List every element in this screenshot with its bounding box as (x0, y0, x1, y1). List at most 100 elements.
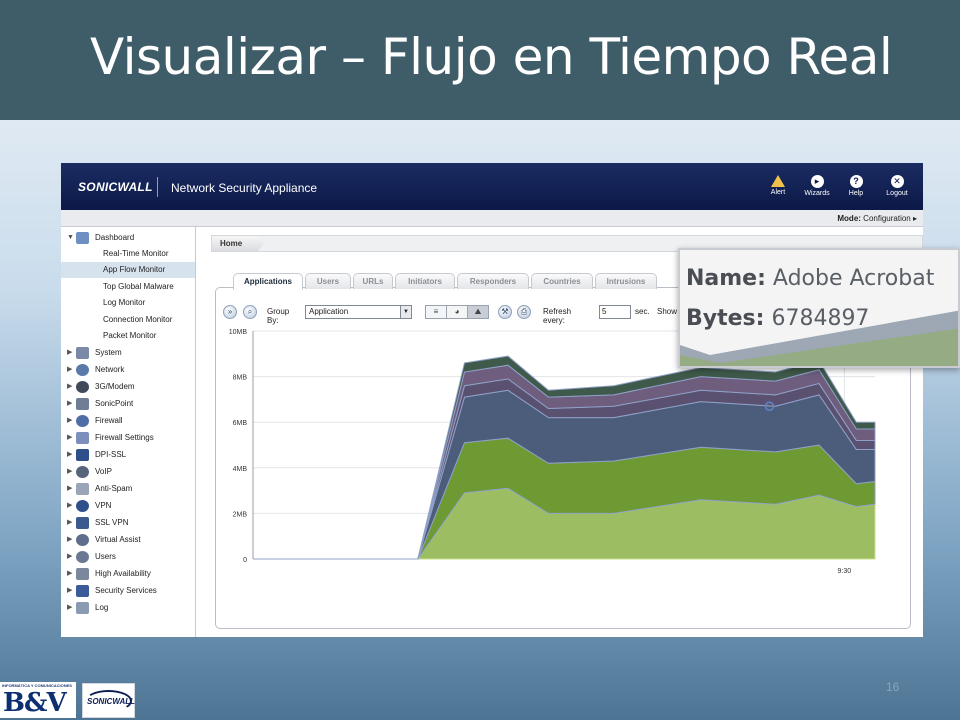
settings-button[interactable]: ⚒ (498, 305, 512, 319)
wizards-button[interactable]: ▸ Wizards (800, 175, 834, 197)
modem-icon (76, 381, 89, 393)
tab-users[interactable]: Users (305, 273, 351, 289)
y-tick-label: 8MB (233, 375, 248, 382)
sidebar-item-label: DPI-SSL (95, 450, 127, 459)
dashboard-icon (76, 232, 89, 244)
show-label[interactable]: Show (657, 307, 677, 316)
sidebar-subitem-real-time-monitor[interactable]: Real-Time Monitor (61, 246, 195, 262)
zoom-button[interactable]: ⌕ (243, 305, 257, 319)
y-tick-label: 10MB (229, 329, 248, 336)
alert-icon (771, 175, 785, 187)
alert-button[interactable]: Alert (761, 175, 795, 196)
sidebar-item-label: Network (95, 365, 125, 374)
group-by-select[interactable]: Application ▼ (305, 305, 412, 319)
alert-label: Alert (770, 189, 786, 196)
collapsed-arrow-icon: ▶ (67, 604, 73, 611)
help-button[interactable]: ? Help (839, 175, 873, 197)
sidebar-subitem-top-global-malware[interactable]: Top Global Malware (61, 279, 195, 295)
sidebar-item-sonicpoint[interactable]: ▶ SonicPoint (61, 396, 195, 412)
zoom-tooltip-callout: Name: Adobe Acrobat Bytes: 6784897 (678, 248, 960, 368)
product-name: Network Security Appliance (171, 181, 318, 195)
logout-button[interactable]: ✕ Logout (880, 175, 914, 197)
sidebar-item-ssl-vpn[interactable]: ▶ SSL VPN (61, 515, 195, 531)
logout-icon: ✕ (890, 175, 904, 188)
print-button[interactable]: ⎙ (517, 305, 531, 319)
sonicpoint-icon (76, 398, 89, 410)
tab-responders[interactable]: Responders (457, 273, 529, 289)
collapsed-arrow-icon: ▶ (67, 417, 73, 424)
sidebar-item-network[interactable]: ▶ Network (61, 362, 195, 378)
firewall-settings-icon (76, 432, 89, 444)
sidebar-item-security-services[interactable]: ▶ Security Services (61, 583, 195, 599)
sidebar-item-label: Dashboard (95, 233, 135, 242)
y-tick-label: 0 (243, 557, 247, 564)
sidebar-subitem-connection-monitor[interactable]: Connection Monitor (61, 312, 195, 328)
collapsed-arrow-icon: ▶ (67, 502, 73, 509)
sidebar-item-virtual-assist[interactable]: ▶ Virtual Assist (61, 532, 195, 548)
collapsed-arrow-icon: ▶ (67, 468, 73, 475)
tab-intrusions[interactable]: Intrusions (595, 273, 657, 289)
sidebar-item-users[interactable]: ▶ Users (61, 549, 195, 565)
sidebar-subitem-log-monitor[interactable]: Log Monitor (61, 295, 195, 311)
sidebar-item-vpn[interactable]: ▶ VPN (61, 498, 195, 514)
mode-label: Mode: (837, 214, 861, 223)
help-icon: ? (849, 175, 863, 188)
logout-label: Logout (886, 190, 908, 197)
y-tick-label: 2MB (233, 511, 248, 518)
system-icon (76, 347, 89, 359)
users-icon (76, 551, 89, 563)
sidebar-item-high-availability[interactable]: ▶ High Availability (61, 566, 195, 582)
collapsed-arrow-icon: ▶ (67, 349, 73, 356)
tab-countries[interactable]: Countries (531, 273, 593, 289)
printer-icon: ⎙ (520, 307, 528, 316)
network-icon (76, 364, 89, 376)
collapsed-arrow-icon: ▶ (67, 536, 73, 543)
mode-toggle[interactable]: Mode: Configuration ▸ (837, 214, 917, 223)
sidebar-item-firewall[interactable]: ▶ Firewall (61, 413, 195, 429)
sidebar-item-label: Log (95, 603, 109, 612)
tab-applications[interactable]: Applications (233, 273, 303, 290)
sidebar-item-anti-spam[interactable]: ▶ Anti-Spam (61, 481, 195, 497)
tools-icon: ⚒ (501, 307, 509, 316)
sidebar-item-dashboard[interactable]: ▼ Dashboard (61, 230, 195, 246)
list-view-button[interactable]: ≡ (425, 305, 447, 319)
sidebar-item-label: Security Services (95, 586, 157, 595)
slide-header: Visualizar – Flujo en Tiempo Real (0, 0, 960, 120)
brand-divider (157, 177, 158, 197)
slide-title: Visualizar – Flujo en Tiempo Real (90, 28, 893, 86)
sidebar-subitem-app-flow-monitor[interactable]: App Flow Monitor (61, 262, 195, 278)
tooltip-bytes-label: Bytes: (686, 306, 765, 331)
sidebar-item-label: Firewall (95, 416, 123, 425)
vpn-icon (76, 500, 89, 512)
collapsed-arrow-icon: ▶ (67, 400, 73, 407)
pie-view-button[interactable]: ◕ (446, 305, 468, 319)
sidebar-item-system[interactable]: ▶ System (61, 345, 195, 361)
mode-bar: Mode: Configuration ▸ (61, 210, 923, 227)
collapsed-arrow-icon: ▶ (67, 485, 73, 492)
envelope-icon (76, 483, 89, 495)
sidebar-item-3g-modem[interactable]: ▶ 3G/Modem (61, 379, 195, 395)
tooltip-name-value: Adobe Acrobat (772, 266, 935, 291)
sidebar-item-label: High Availability (95, 569, 151, 578)
sidebar: ▼ Dashboard Real-Time Monitor App Flow M… (61, 227, 196, 637)
sonicwall-logo-text: SONICWALL (87, 697, 135, 706)
magnifier-icon: ⌕ (247, 307, 253, 316)
sidebar-subitem-packet-monitor[interactable]: Packet Monitor (61, 328, 195, 344)
area-view-button[interactable]: ⛰ (467, 305, 489, 319)
server-icon (76, 568, 89, 580)
expanded-arrow-icon: ▼ (67, 234, 74, 241)
tab-initiators[interactable]: Initiators (395, 273, 455, 289)
tab-urls[interactable]: URLs (353, 273, 393, 289)
refresh-interval-input[interactable]: 5 (599, 305, 631, 319)
breadcrumb-home[interactable]: Home (212, 236, 265, 251)
sidebar-item-voip[interactable]: ▶ VoIP (61, 464, 195, 480)
sidebar-item-firewall-settings[interactable]: ▶ Firewall Settings (61, 430, 195, 446)
sidebar-item-log[interactable]: ▶ Log (61, 600, 195, 616)
sidebar-item-dpi-ssl[interactable]: ▶ DPI-SSL (61, 447, 195, 463)
area-chart-icon: ⛰ (474, 307, 482, 316)
y-tick-label: 6MB (233, 420, 248, 427)
collapse-button[interactable]: » (223, 305, 237, 319)
wizard-icon: ▸ (810, 175, 824, 188)
bv-logo: INFORMÁTICA Y COMUNICACIONES B&V (0, 682, 76, 718)
shield-icon (76, 585, 89, 597)
